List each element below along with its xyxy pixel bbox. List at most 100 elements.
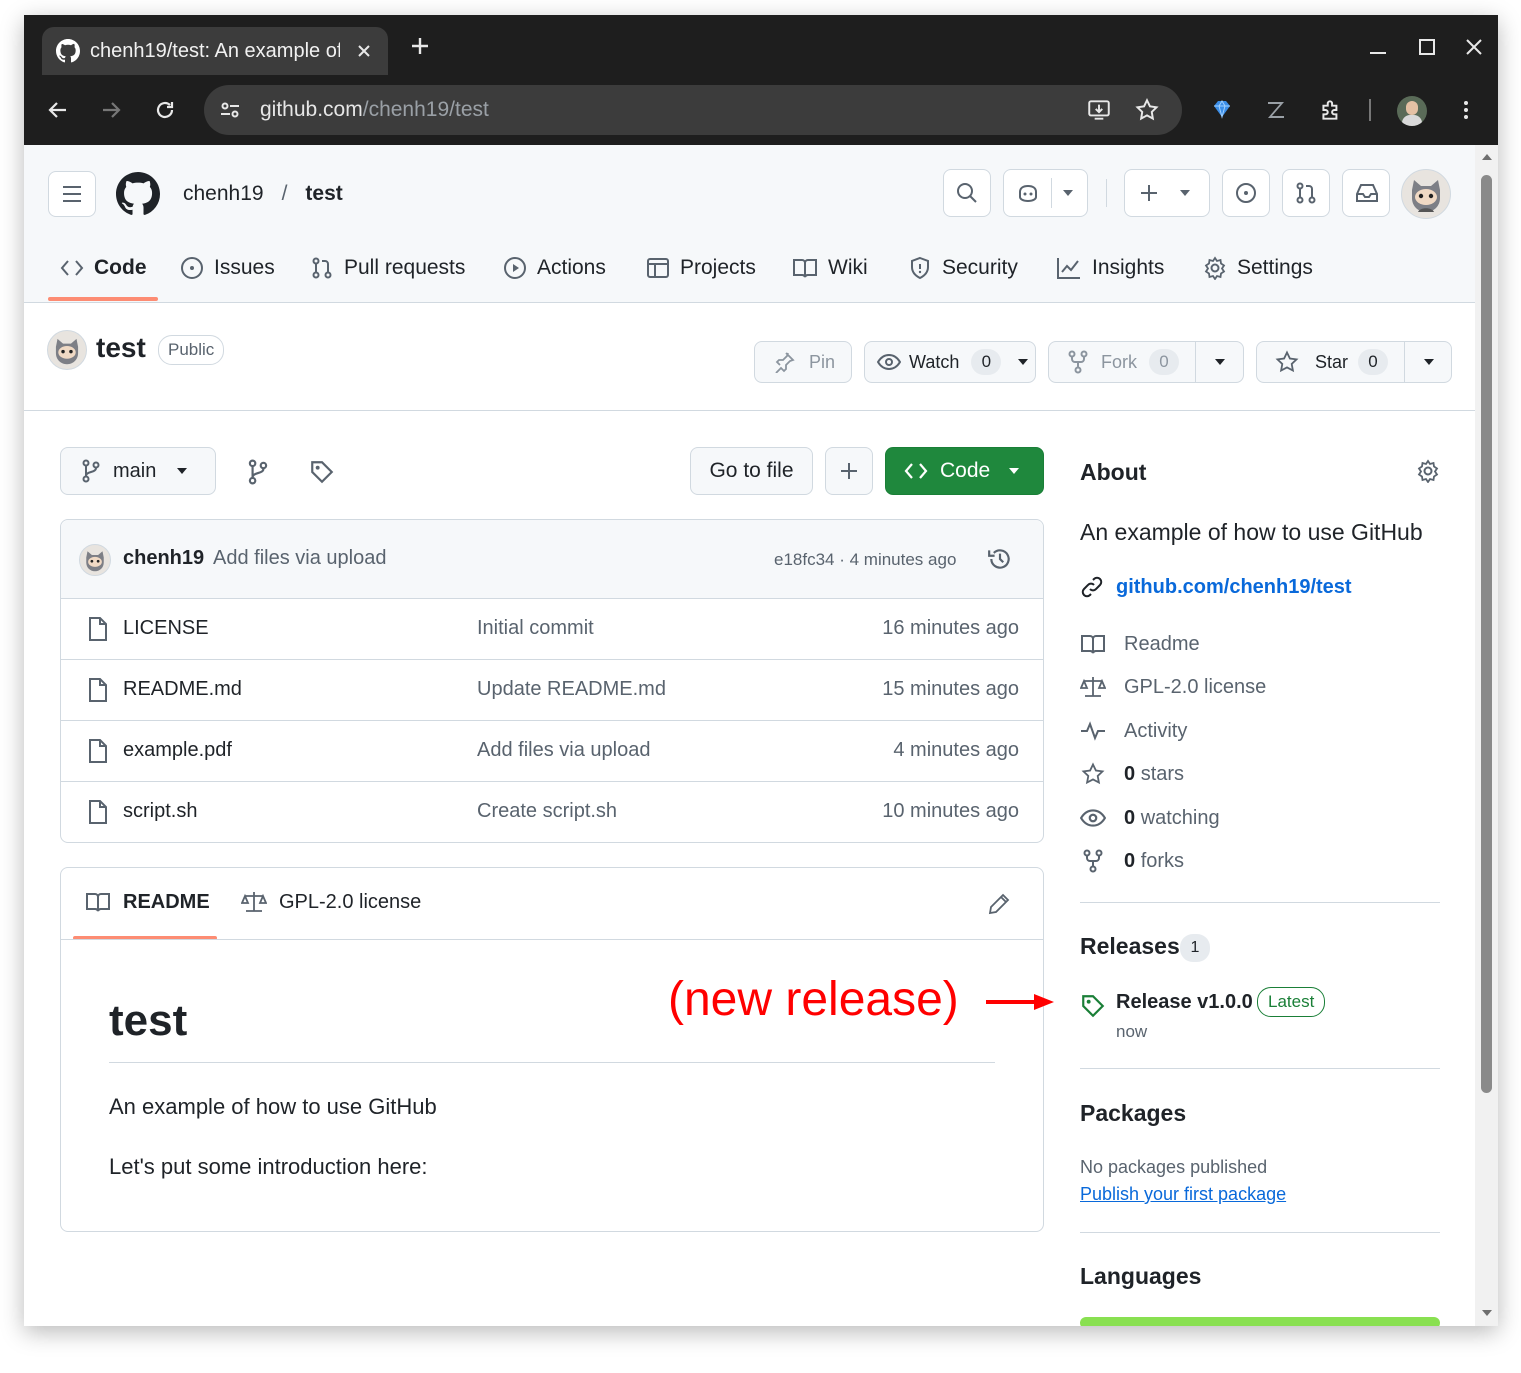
browser-chrome: chenh19/test: An example of how to use G… — [24, 15, 1498, 145]
inbox-button[interactable] — [1342, 169, 1390, 217]
create-new-button[interactable] — [1124, 169, 1210, 217]
annotation-arrow-icon — [986, 994, 1054, 1010]
license-tab[interactable]: GPL-2.0 license — [241, 890, 421, 914]
file-icon — [89, 800, 107, 824]
about-website-link[interactable]: github.com/chenh19/test — [1080, 575, 1352, 599]
tab-issues[interactable]: Issues — [180, 250, 275, 286]
about-stars[interactable]: 0 stars — [1080, 759, 1184, 789]
copilot-button[interactable] — [1003, 169, 1088, 217]
reload-icon[interactable] — [153, 98, 177, 122]
profile-avatar[interactable] — [1397, 96, 1427, 126]
book-icon — [1081, 635, 1105, 654]
about-license[interactable]: GPL-2.0 license — [1080, 672, 1266, 702]
code-icon — [60, 260, 84, 276]
packages-title[interactable]: Packages — [1080, 1100, 1186, 1127]
release-name[interactable]: Release v1.0.0 — [1116, 991, 1253, 1014]
file-name[interactable]: LICENSE — [123, 617, 209, 640]
branches-icon[interactable] — [246, 459, 270, 485]
file-row[interactable]: LICENSE Initial commit 16 minutes ago — [61, 598, 1043, 660]
gear-icon[interactable] — [1416, 459, 1440, 483]
about-readme[interactable]: Readme — [1080, 629, 1200, 659]
file-commit-message[interactable]: Create script.sh — [477, 800, 617, 823]
file-row[interactable]: script.sh Create script.sh 10 minutes ag… — [61, 781, 1043, 843]
file-age: 4 minutes ago — [893, 739, 1019, 761]
tag-icon[interactable] — [309, 459, 335, 485]
search-button[interactable] — [943, 169, 991, 217]
minimize-icon[interactable] — [1368, 37, 1388, 57]
tab-pull-requests[interactable]: Pull requests — [310, 250, 465, 286]
address-bar[interactable]: github.com/chenh19/test — [204, 85, 1182, 135]
chevron-down-icon — [177, 468, 188, 474]
tab-actions[interactable]: Actions — [503, 250, 606, 286]
pencil-icon[interactable] — [987, 892, 1011, 916]
file-name[interactable]: script.sh — [123, 800, 197, 823]
releases-title[interactable]: Releases — [1080, 933, 1180, 960]
github-mark-icon[interactable] — [116, 172, 160, 216]
about-watching[interactable]: 0 watching — [1080, 803, 1220, 833]
chevron-down-icon — [1180, 190, 1190, 196]
maximize-icon[interactable] — [1417, 37, 1437, 57]
commit-author[interactable]: chenh19 — [123, 547, 204, 570]
new-tab-icon[interactable] — [410, 36, 430, 56]
bookmark-star-icon[interactable] — [1134, 97, 1160, 123]
pin-button[interactable]: Pin — [754, 341, 852, 383]
breadcrumb-owner[interactable]: chenh19 — [183, 182, 264, 206]
file-row[interactable]: README.md Update README.md 15 minutes ag… — [61, 659, 1043, 721]
chevron-down-icon — [1424, 359, 1435, 365]
browser-tab[interactable]: chenh19/test: An example of how to use G… — [42, 27, 388, 75]
fork-button[interactable]: Fork 0 — [1048, 341, 1244, 383]
tab-projects[interactable]: Projects — [646, 250, 756, 286]
tab-code[interactable]: Code — [60, 250, 147, 286]
commit-hash-time[interactable]: e18fc34 · 4 minutes ago — [774, 550, 956, 570]
file-commit-message[interactable]: Add files via upload — [477, 739, 650, 762]
scrollbar-thumb[interactable] — [1481, 175, 1492, 1093]
book-icon — [86, 893, 110, 912]
breadcrumb-repo[interactable]: test — [305, 182, 342, 206]
file-commit-message[interactable]: Initial commit — [477, 617, 594, 640]
scrollbar-track[interactable] — [1475, 145, 1498, 1326]
file-age: 10 minutes ago — [882, 800, 1019, 822]
extension-gem-icon[interactable] — [1210, 97, 1234, 121]
breadcrumb-separator: / — [281, 182, 288, 205]
commit-message[interactable]: Add files via upload — [213, 547, 386, 570]
about-forks[interactable]: 0 forks — [1080, 846, 1184, 876]
back-icon[interactable] — [46, 98, 70, 122]
close-window-icon[interactable] — [1464, 37, 1484, 57]
extensions-puzzle-icon[interactable] — [1318, 97, 1344, 123]
hamburger-button[interactable] — [48, 171, 96, 217]
forward-icon[interactable] — [99, 98, 123, 122]
file-commit-message[interactable]: Update README.md — [477, 678, 666, 701]
tab-wiki[interactable]: Wiki — [792, 250, 868, 286]
packages-empty-text: No packages published — [1080, 1157, 1268, 1177]
branch-selector[interactable]: main — [60, 447, 216, 495]
file-row[interactable]: example.pdf Add files via upload 4 minut… — [61, 720, 1043, 782]
file-name[interactable]: README.md — [123, 678, 242, 701]
url-text[interactable]: github.com/chenh19/test — [260, 98, 489, 122]
publish-package-link[interactable]: Publish your first package — [1080, 1184, 1286, 1205]
history-icon[interactable] — [987, 546, 1013, 572]
install-app-icon[interactable] — [1086, 97, 1112, 123]
scroll-down-icon[interactable] — [1481, 1309, 1493, 1317]
pull-requests-button[interactable] — [1282, 169, 1330, 217]
file-name[interactable]: example.pdf — [123, 739, 232, 762]
kebab-menu-icon[interactable] — [1454, 98, 1478, 122]
tab-security[interactable]: Security — [908, 250, 1018, 286]
scroll-up-icon[interactable] — [1481, 153, 1493, 161]
star-button[interactable]: Star 0 — [1256, 341, 1452, 383]
chevron-down-icon — [1009, 468, 1020, 474]
issues-button[interactable] — [1222, 169, 1270, 217]
copilot-icon — [1019, 184, 1037, 203]
watch-button[interactable]: Watch 0 — [864, 341, 1036, 383]
code-button[interactable]: Code — [885, 447, 1044, 495]
readme-tab[interactable]: README — [85, 890, 210, 914]
site-settings-icon[interactable] — [218, 98, 242, 122]
tab-settings[interactable]: Settings — [1203, 250, 1313, 286]
close-tab-icon[interactable] — [356, 43, 372, 59]
user-avatar[interactable] — [1401, 169, 1451, 219]
repo-title[interactable]: test — [96, 332, 146, 364]
go-to-file-button[interactable]: Go to file — [690, 447, 813, 495]
add-file-button[interactable] — [825, 447, 873, 495]
tab-insights[interactable]: Insights — [1056, 250, 1164, 286]
extension-z-icon[interactable] — [1264, 98, 1288, 122]
about-activity[interactable]: Activity — [1080, 716, 1187, 746]
